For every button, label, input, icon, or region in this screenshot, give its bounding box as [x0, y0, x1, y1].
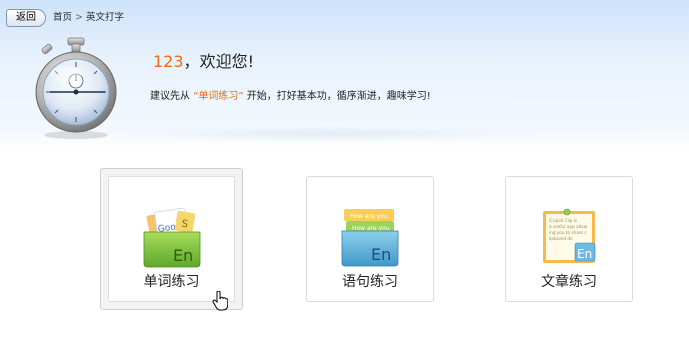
- icon-clip-line-1: iCopoll Clip is: [549, 218, 577, 223]
- breadcrumb-home[interactable]: 首页: [53, 12, 72, 23]
- word-practice-card[interactable]: Good S En 单词练习: [100, 168, 243, 310]
- suggestion-suffix: 开始，打好基本功，循序渐进，趣味学习!: [246, 91, 431, 102]
- article-practice-label: 文章练习: [541, 274, 597, 290]
- word-practice-label: 单词练习: [143, 274, 200, 290]
- hand-cursor-icon: [212, 291, 228, 311]
- breadcrumb: 首页 > 英文打字: [53, 12, 124, 24]
- breadcrumb-separator: >: [75, 12, 83, 23]
- suggestion-prefix: 建议先从: [150, 91, 190, 102]
- suggestion-highlight: “单词练习”: [193, 91, 244, 102]
- icon-clip-line-4: lipboard de: [549, 236, 573, 241]
- icon-note1-text: How are you: [350, 213, 388, 220]
- stopwatch-icon: [35, 37, 117, 139]
- username: 123: [153, 52, 184, 71]
- welcome-greeting: 欢迎您!: [199, 52, 254, 71]
- article-practice-card[interactable]: iCopoll Clip is a useful app allow ing y…: [505, 176, 633, 302]
- welcome-message: 123，欢迎您!: [153, 52, 254, 72]
- icon-en-text: En: [371, 245, 391, 264]
- sentence-practice-icon: How are you How are you En: [341, 209, 399, 267]
- welcome-comma: ，: [183, 52, 200, 71]
- back-button[interactable]: 返回: [6, 9, 46, 27]
- icon-clip-line-3: ing you to share c: [549, 230, 587, 235]
- top-bar: 返回 首页 > 英文打字: [0, 0, 689, 34]
- header-divider: [120, 126, 540, 142]
- sentence-practice-card[interactable]: How are you How are you En 语句练习: [306, 176, 434, 302]
- icon-clip-line-2: a useful app allow: [549, 224, 588, 229]
- article-practice-icon: iCopoll Clip is a useful app allow ing y…: [543, 208, 596, 263]
- breadcrumb-current: 英文打字: [85, 12, 124, 23]
- suggestion-text: 建议先从 “单词练习” 开始，打好基本功，循序渐进，趣味学习!: [150, 90, 431, 104]
- icon-en-text: En: [173, 246, 193, 265]
- sentence-practice-label: 语句练习: [342, 274, 398, 290]
- icon-en-text: En: [577, 247, 592, 261]
- word-practice-icon: Good S En: [143, 207, 200, 268]
